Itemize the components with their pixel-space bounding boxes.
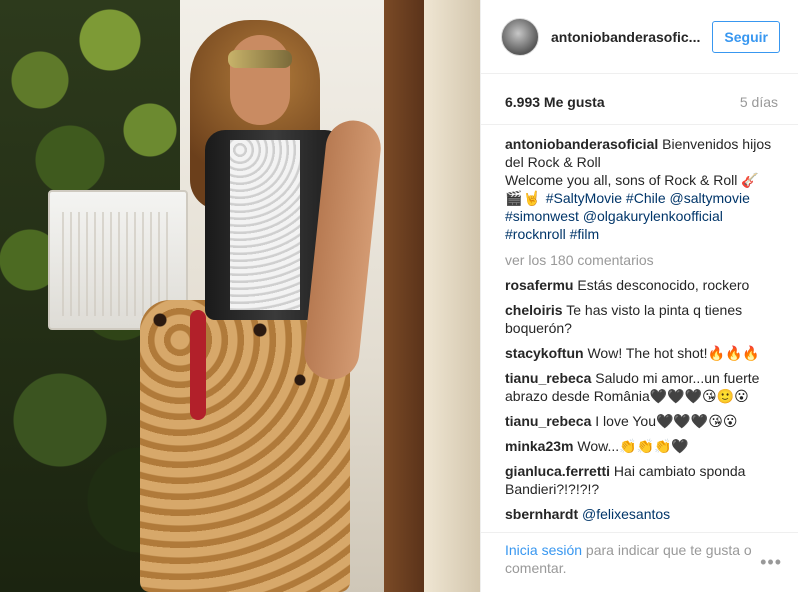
comment-text: Wow...👏👏👏🖤 — [577, 438, 689, 454]
face — [230, 35, 290, 125]
side-panel: antoniobanderasofic... Seguir 6.993 Me g… — [480, 0, 798, 592]
post-username[interactable]: antoniobanderasofic... — [551, 29, 704, 45]
post-photo[interactable] — [0, 0, 480, 592]
caption-username[interactable]: antoniobanderasoficial — [505, 136, 658, 152]
caption-emoji: 🎬🤘 — [505, 190, 542, 206]
hashtag-simonwest[interactable]: #simonwest — [505, 208, 579, 224]
view-all-comments[interactable]: ver los 180 comentarios — [505, 251, 778, 269]
comment-text: Wow! The hot shot!🔥🔥🔥 — [587, 345, 760, 361]
comment-username[interactable]: stacykoftun — [505, 345, 584, 361]
comment-username[interactable]: tianu_rebeca — [505, 370, 591, 386]
comment-username[interactable]: minka23m — [505, 438, 573, 454]
comment-username[interactable]: rosafermu — [505, 277, 573, 293]
login-prompt: Inicia sesión para indicar que te gusta … — [481, 532, 798, 592]
likes-count[interactable]: 6.993 Me gusta — [505, 94, 605, 110]
post-time[interactable]: 5 días — [740, 94, 778, 110]
login-link[interactable]: Inicia sesión — [505, 542, 582, 558]
shirt — [230, 140, 300, 310]
door-panel — [424, 0, 480, 592]
door-frame — [384, 0, 424, 592]
list-item: cheloiris Te has visto la pinta q tienes… — [505, 301, 778, 337]
comment-mention[interactable]: @felixesantos — [582, 506, 670, 522]
follow-button[interactable]: Seguir — [712, 20, 780, 53]
post-view: antoniobanderasofic... Seguir 6.993 Me g… — [0, 0, 798, 592]
avatar[interactable] — [501, 17, 539, 56]
hashtag-film[interactable]: #film — [570, 226, 600, 242]
more-options-icon[interactable]: ••• — [752, 541, 782, 592]
list-item: stacykoftun Wow! The hot shot!🔥🔥🔥 — [505, 344, 778, 362]
hashtag-chile[interactable]: #Chile — [626, 190, 666, 206]
comment-username[interactable]: sbernhardt — [505, 506, 578, 522]
comment-text: Estás desconocido, rockero — [577, 277, 750, 293]
red-stripe — [190, 310, 206, 420]
list-item: tianu_rebeca I love You🖤🖤🖤😘😮 — [505, 412, 778, 430]
hashtag-saltymovie[interactable]: #SaltyMovie — [546, 190, 622, 206]
comment-text: I love You🖤🖤🖤😘😮 — [595, 413, 738, 429]
post-header: antoniobanderasofic... Seguir — [481, 0, 798, 74]
likes-row: 6.993 Me gusta 5 días — [481, 74, 798, 125]
mention-olgakurylenko[interactable]: @olgakurylenkoofficial — [583, 208, 723, 224]
caption: antoniobanderasoficial Bienvenidos hijos… — [505, 135, 778, 243]
caption-line2: Welcome you all, sons of Rock & Roll 🎸 — [505, 172, 759, 188]
list-item: minka23m Wow...👏👏👏🖤 — [505, 437, 778, 455]
list-item: rosafermu Estás desconocido, rockero — [505, 276, 778, 294]
hashtag-rocknroll[interactable]: #rocknroll — [505, 226, 566, 242]
comment-username[interactable]: cheloiris — [505, 302, 563, 318]
list-item: tianu_rebeca Saludo mi amor...un fuerte … — [505, 369, 778, 405]
comment-username[interactable]: tianu_rebeca — [505, 413, 591, 429]
login-text: Inicia sesión para indicar que te gusta … — [505, 541, 752, 592]
sunglasses — [228, 50, 292, 68]
list-item: sbernhardt @felixesantos — [505, 505, 778, 523]
comment-username[interactable]: gianluca.ferretti — [505, 463, 610, 479]
list-item: gianluca.ferretti Hai cambiato sponda Ba… — [505, 462, 778, 498]
comments-list: antoniobanderasoficial Bienvenidos hijos… — [481, 125, 798, 555]
person-figure — [120, 10, 390, 592]
mention-saltymovie[interactable]: @saltymovie — [670, 190, 750, 206]
